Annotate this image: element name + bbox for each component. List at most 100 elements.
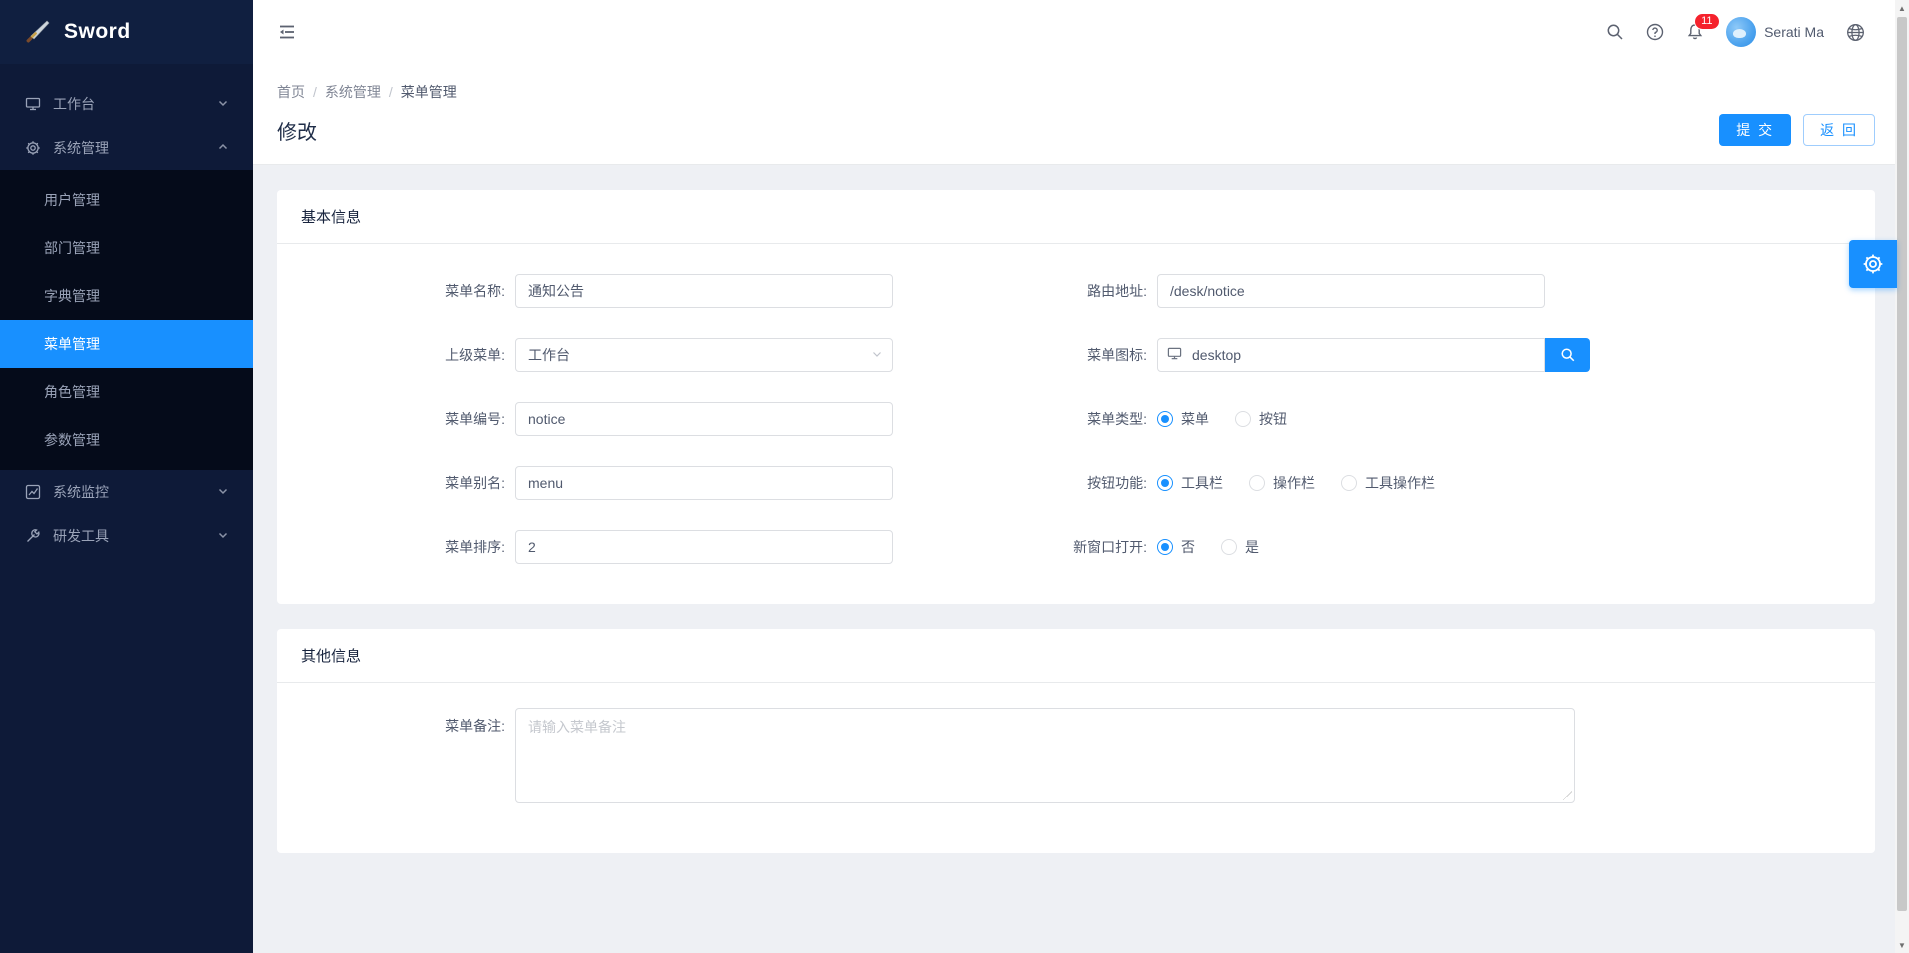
- breadcrumb-separator: /: [389, 84, 393, 100]
- sidebar-item-role-admin[interactable]: 角色管理: [0, 368, 253, 416]
- parent-menu-select[interactable]: [515, 338, 893, 372]
- help-icon[interactable]: [1646, 23, 1664, 41]
- radio-label: 工具操作栏: [1365, 473, 1435, 493]
- radio-new-window-no[interactable]: 否: [1157, 537, 1195, 557]
- sidebar-item-menu-admin[interactable]: 菜单管理: [0, 320, 253, 368]
- section-title-other: 其他信息: [301, 645, 361, 666]
- radio-dot: [1249, 475, 1265, 491]
- submenu-label: 用户管理: [44, 190, 100, 210]
- theme-settings-button[interactable]: [1849, 240, 1897, 288]
- sidebar-item-label: 系统监控: [53, 482, 217, 502]
- breadcrumb-home[interactable]: 首页: [277, 82, 305, 102]
- vertical-scrollbar[interactable]: ▲ ▼: [1895, 0, 1909, 953]
- menu-alias-input[interactable]: [515, 466, 893, 500]
- radio-label: 否: [1181, 537, 1195, 557]
- radio-label: 工具栏: [1181, 473, 1223, 493]
- breadcrumb-current: 菜单管理: [401, 82, 457, 102]
- menu-alias-label: 菜单别名:: [301, 473, 515, 493]
- sword-logo-icon: [22, 17, 52, 47]
- menu-code-input[interactable]: [515, 402, 893, 436]
- user-menu[interactable]: Serati Ma: [1726, 17, 1824, 47]
- sidebar-item-label: 工作台: [53, 94, 217, 114]
- gear-icon: [1862, 253, 1884, 275]
- radio-label: 按钮: [1259, 409, 1287, 429]
- sidebar-item-system-monitor[interactable]: 系统监控: [0, 470, 253, 514]
- submit-button[interactable]: 提 交: [1719, 114, 1791, 146]
- wrench-icon: [24, 528, 41, 545]
- sidebar-item-param-admin[interactable]: 参数管理: [0, 416, 253, 464]
- radio-dot: [1157, 475, 1173, 491]
- section-title-basic: 基本信息: [301, 206, 361, 227]
- avatar: [1726, 17, 1756, 47]
- scrollbar-up-arrow[interactable]: ▲: [1895, 0, 1909, 16]
- radio-label: 是: [1245, 537, 1259, 557]
- chevron-up-icon: [217, 140, 229, 156]
- menu-name-input[interactable]: [515, 274, 893, 308]
- sidebar-item-dept-admin[interactable]: 部门管理: [0, 224, 253, 272]
- submenu-label: 参数管理: [44, 430, 100, 450]
- system-admin-submenu: 用户管理 部门管理 字典管理 菜单管理 角色管理 参数管理: [0, 170, 253, 470]
- app-logo[interactable]: Sword: [0, 0, 253, 64]
- menu-remark-textarea[interactable]: [515, 708, 1575, 803]
- page-header: 首页 / 系统管理 / 菜单管理 修改 提 交 返 回: [253, 64, 1909, 165]
- icon-search-button[interactable]: [1545, 338, 1590, 372]
- radio-dot: [1341, 475, 1357, 491]
- parent-menu-label: 上级菜单:: [301, 345, 515, 365]
- submenu-label: 角色管理: [44, 382, 100, 402]
- menu-remark-label: 菜单备注:: [301, 708, 515, 736]
- sidebar-item-dict-admin[interactable]: 字典管理: [0, 272, 253, 320]
- user-name: Serati Ma: [1764, 24, 1824, 40]
- radio-menu-type-button[interactable]: 按钮: [1235, 409, 1287, 429]
- main-area: 11 Serati Ma 首页 / 系统管理 / 菜单管理: [253, 0, 1909, 953]
- notification-badge: 11: [1695, 14, 1718, 29]
- radio-dot: [1235, 411, 1251, 427]
- menu-name-label: 菜单名称:: [301, 281, 515, 301]
- scrollbar-down-arrow[interactable]: ▼: [1895, 937, 1909, 953]
- desktop-icon: [1167, 346, 1182, 364]
- submenu-label: 部门管理: [44, 238, 100, 258]
- top-bar-actions: 11 Serati Ma: [1606, 17, 1865, 47]
- scrollbar-thumb[interactable]: [1897, 17, 1907, 911]
- sidebar-item-label: 研发工具: [53, 526, 217, 546]
- content: 基本信息 菜单名称: 路由地址:: [253, 165, 1909, 853]
- radio-button-func-actionbar[interactable]: 操作栏: [1249, 473, 1315, 493]
- menu-icon-label: 菜单图标:: [943, 345, 1157, 365]
- globe-icon[interactable]: [1846, 23, 1865, 42]
- breadcrumb: 首页 / 系统管理 / 菜单管理: [277, 82, 1875, 102]
- route-path-input[interactable]: [1157, 274, 1545, 308]
- radio-button-func-both[interactable]: 工具操作栏: [1341, 473, 1435, 493]
- sidebar-item-user-admin[interactable]: 用户管理: [0, 176, 253, 224]
- sidebar-menu: 工作台 系统管理 用户管理 部门管理: [0, 64, 253, 558]
- menu-sort-input[interactable]: [515, 530, 893, 564]
- menu-type-radio-group: 菜单 按钮: [1157, 409, 1287, 429]
- sidebar-collapse-icon[interactable]: [277, 22, 297, 42]
- search-icon[interactable]: [1606, 23, 1624, 41]
- menu-sort-label: 菜单排序:: [301, 537, 515, 557]
- chevron-down-icon: [217, 484, 229, 500]
- menu-icon-input[interactable]: [1157, 338, 1545, 372]
- app-title: Sword: [64, 20, 131, 44]
- sidebar-item-dev-tools[interactable]: 研发工具: [0, 514, 253, 558]
- submenu-label: 菜单管理: [44, 334, 100, 354]
- top-bar: 11 Serati Ma: [253, 0, 1909, 64]
- sidebar-item-workbench[interactable]: 工作台: [0, 82, 253, 126]
- basic-info-card: 基本信息 菜单名称: 路由地址:: [277, 190, 1875, 604]
- other-info-card: 其他信息 菜单备注:: [277, 629, 1875, 853]
- route-path-label: 路由地址:: [943, 281, 1157, 301]
- radio-label: 菜单: [1181, 409, 1209, 429]
- radio-dot: [1157, 539, 1173, 555]
- chevron-down-icon: [217, 528, 229, 544]
- notification-bell-icon[interactable]: 11: [1686, 23, 1704, 41]
- radio-button-func-toolbar[interactable]: 工具栏: [1157, 473, 1223, 493]
- radio-menu-type-menu[interactable]: 菜单: [1157, 409, 1209, 429]
- desktop-icon: [24, 96, 41, 113]
- radio-dot: [1221, 539, 1237, 555]
- submenu-label: 字典管理: [44, 286, 100, 306]
- breadcrumb-system-admin[interactable]: 系统管理: [325, 82, 381, 102]
- breadcrumb-separator: /: [313, 84, 317, 100]
- sidebar-item-system-admin[interactable]: 系统管理: [0, 126, 253, 170]
- chevron-down-icon: [217, 96, 229, 112]
- back-button[interactable]: 返 回: [1803, 114, 1875, 146]
- radio-label: 操作栏: [1273, 473, 1315, 493]
- radio-new-window-yes[interactable]: 是: [1221, 537, 1259, 557]
